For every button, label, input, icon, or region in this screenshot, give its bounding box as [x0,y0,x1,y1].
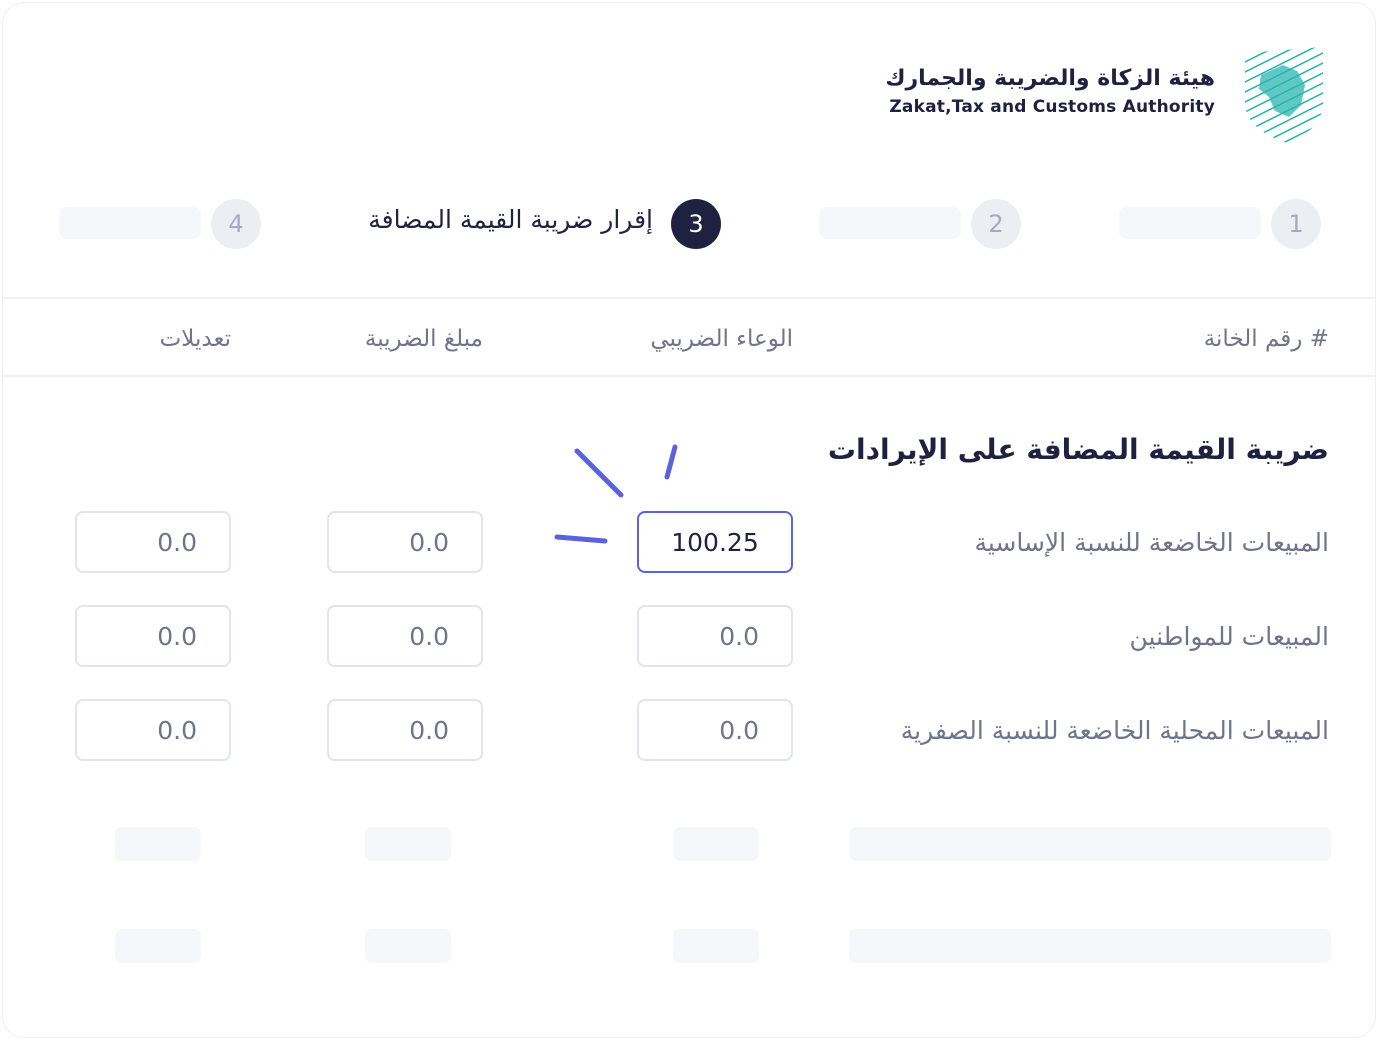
column-header-box-number: # رقم الخانة [1203,326,1329,352]
step-4-label-placeholder [59,207,201,239]
section-title: ضريبة القيمة المضافة على الإيرادات [827,433,1329,466]
tax-base-input[interactable] [637,699,793,761]
step-1-label-placeholder [1119,207,1261,239]
authority-name-english: Zakat,Tax and Customs Authority [889,97,1215,117]
adjustments-input[interactable] [75,511,231,573]
skeleton-cell [365,827,451,861]
skeleton-cell [115,929,201,963]
step-1-indicator[interactable]: 1 [1271,199,1321,249]
tax-amount-input[interactable] [327,699,483,761]
tax-amount-input[interactable] [327,605,483,667]
column-header-tax-amount: مبلغ الضريبة [364,326,483,352]
tax-amount-input[interactable] [327,511,483,573]
tax-base-input[interactable] [637,605,793,667]
skeleton-cell [673,929,759,963]
column-header-adjustments: تعديلات [159,326,231,352]
skeleton-row-label [849,929,1331,963]
adjustments-input[interactable] [75,605,231,667]
step-4-indicator[interactable]: 4 [211,199,261,249]
row-label: المبيعات الخاضعة للنسبة الإساسية [974,528,1329,557]
step-3-label: إقرار ضريبة القيمة المضافة [368,205,653,234]
step-2-indicator[interactable]: 2 [971,199,1021,249]
authority-name: هيئة الزكاة والضريبة والجمارك Zakat,Tax … [885,63,1215,119]
row-label: المبيعات المحلية الخاضعة للنسبة الصفرية [900,716,1329,745]
step-3-indicator[interactable]: 3 [671,199,721,249]
zatca-shield-logo-icon [1245,47,1323,143]
skeleton-cell [673,827,759,861]
table-header-divider [3,375,1375,377]
header-divider [3,297,1375,299]
sparkle-icon [554,444,678,544]
vat-return-card: هيئة الزكاة والضريبة والجمارك Zakat,Tax … [2,2,1376,1038]
step-2-label-placeholder [819,207,961,239]
authority-name-arabic: هيئة الزكاة والضريبة والجمارك [885,66,1215,91]
skeleton-cell [365,929,451,963]
skeleton-cell [115,827,201,861]
skeleton-row-label [849,827,1331,861]
row-label: المبيعات للمواطنين [1129,622,1330,651]
column-header-tax-base: الوعاء الضريبي [650,326,793,352]
adjustments-input[interactable] [75,699,231,761]
